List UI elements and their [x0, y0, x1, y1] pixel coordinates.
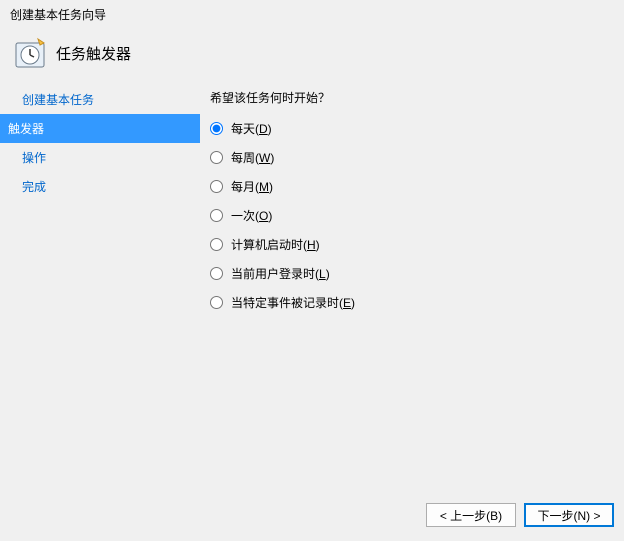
sidebar-item-label: 创建基本任务: [22, 93, 94, 107]
option-weekly[interactable]: 每周(W): [210, 149, 614, 166]
sidebar-item-finish[interactable]: 完成: [0, 172, 200, 201]
option-once[interactable]: 一次(O): [210, 207, 614, 224]
window-title: 创建基本任务向导: [0, 0, 624, 29]
option-label: 计算机启动时(H): [231, 236, 320, 253]
option-logon[interactable]: 当前用户登录时(L): [210, 265, 614, 282]
next-button[interactable]: 下一步(N) >: [524, 503, 614, 527]
option-event[interactable]: 当特定事件被记录时(E): [210, 294, 614, 311]
option-label: 每月(M): [231, 178, 273, 195]
clock-icon: [14, 37, 46, 69]
radio-once[interactable]: [210, 209, 223, 222]
radio-event[interactable]: [210, 296, 223, 309]
option-daily[interactable]: 每天(D): [210, 120, 614, 137]
radio-monthly[interactable]: [210, 180, 223, 193]
wizard-footer: < 上一步(B) 下一步(N) >: [0, 493, 624, 541]
option-label: 当前用户登录时(L): [231, 265, 330, 282]
sidebar-item-label: 完成: [22, 180, 46, 194]
radio-startup[interactable]: [210, 238, 223, 251]
option-label: 每天(D): [231, 120, 272, 137]
option-label: 当特定事件被记录时(E): [231, 294, 355, 311]
sidebar-item-create[interactable]: 创建基本任务: [0, 85, 200, 114]
radio-weekly[interactable]: [210, 151, 223, 164]
sidebar-item-label: 触发器: [8, 122, 44, 136]
page-title: 任务触发器: [56, 43, 131, 64]
sidebar-item-trigger[interactable]: 触发器: [0, 114, 200, 143]
wizard-header: 任务触发器: [0, 29, 624, 85]
radio-logon[interactable]: [210, 267, 223, 280]
option-label: 每周(W): [231, 149, 274, 166]
option-label: 一次(O): [231, 207, 272, 224]
option-monthly[interactable]: 每月(M): [210, 178, 614, 195]
sidebar-item-action[interactable]: 操作: [0, 143, 200, 172]
wizard-main: 希望该任务何时开始？ 每天(D) 每周(W) 每月(M) 一次(O) 计算机启动…: [200, 85, 624, 493]
option-startup[interactable]: 计算机启动时(H): [210, 236, 614, 253]
wizard-sidebar: 创建基本任务 触发器 操作 完成: [0, 85, 200, 493]
back-button[interactable]: < 上一步(B): [426, 503, 516, 527]
radio-daily[interactable]: [210, 122, 223, 135]
trigger-question: 希望该任务何时开始？: [210, 89, 614, 106]
sidebar-item-label: 操作: [22, 151, 46, 165]
